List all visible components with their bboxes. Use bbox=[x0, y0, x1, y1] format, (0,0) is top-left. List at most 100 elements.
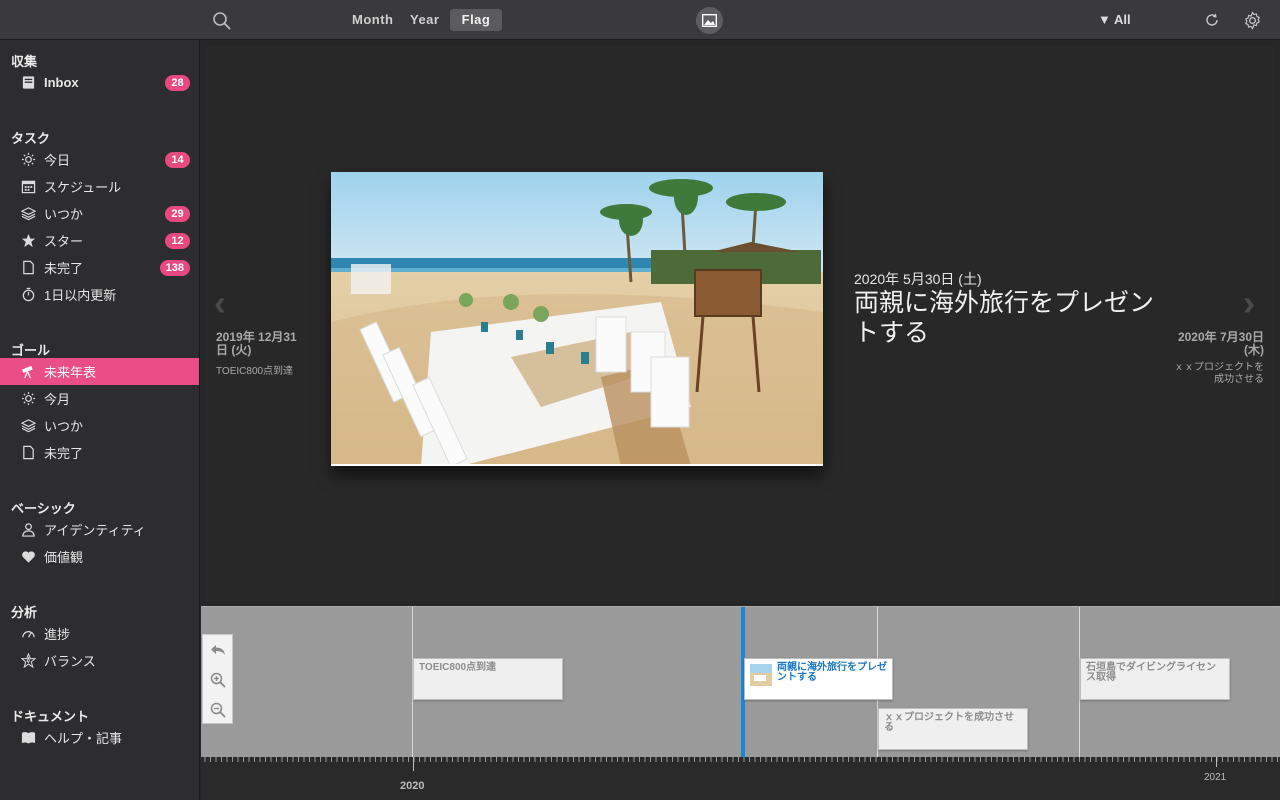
telescope-icon bbox=[20, 364, 36, 380]
sidebar-item-label: 1日以内更新 bbox=[44, 288, 117, 303]
timeline-card-label: 石垣島でダイビングライセンス取得 bbox=[1086, 662, 1216, 683]
view-month-button[interactable]: Month bbox=[342, 9, 403, 31]
filter-dropdown[interactable]: ▼ All bbox=[1098, 12, 1131, 27]
sidebar-item-help[interactable]: ヘルプ・記事 bbox=[0, 724, 199, 751]
sidebar-item-label: 未来年表 bbox=[44, 365, 97, 380]
search-icon[interactable] bbox=[212, 11, 232, 31]
sidebar-item-label: Inbox bbox=[44, 75, 79, 90]
sidebar-item-label: 価値観 bbox=[44, 550, 84, 565]
timeline-ruler[interactable]: 2020 2021 bbox=[201, 757, 1280, 800]
filter-label: All bbox=[1114, 12, 1131, 27]
section-header-analysis: 分析 bbox=[11, 605, 38, 620]
beach-table-image bbox=[331, 172, 823, 464]
sidebar-item-future-timeline[interactable]: 未来年表 bbox=[0, 358, 199, 385]
timeline-card-active[interactable]: 両親に海外旅行をプレゼントする bbox=[744, 658, 893, 700]
zoom-out-icon bbox=[210, 702, 226, 718]
sidebar-item-incomplete[interactable]: 未完了 138 bbox=[0, 254, 199, 281]
sidebar-item-goal-someday[interactable]: いつか bbox=[0, 412, 199, 439]
radar-icon bbox=[20, 653, 36, 669]
section-header-basic: ベーシック bbox=[11, 501, 76, 516]
sidebar-item-star[interactable]: スター 12 bbox=[0, 227, 199, 254]
view-flag-button[interactable]: Flag bbox=[450, 9, 502, 31]
sidebar-item-label: 未完了 bbox=[44, 446, 84, 461]
count-badge: 29 bbox=[165, 206, 190, 222]
gear-icon[interactable] bbox=[1243, 11, 1262, 30]
sidebar-item-schedule[interactable]: スケジュール bbox=[0, 173, 199, 200]
sidebar-item-label: スター bbox=[44, 234, 84, 249]
next-goal-date[interactable]: 2020年 7月30日 (木) bbox=[1164, 331, 1264, 357]
count-badge: 138 bbox=[159, 260, 190, 276]
refresh-icon[interactable] bbox=[1204, 12, 1220, 28]
section-header-tasks: タスク bbox=[11, 131, 51, 146]
sidebar-item-this-month[interactable]: 今月 bbox=[0, 385, 199, 412]
triangle-down-icon: ▼ bbox=[1098, 12, 1111, 27]
count-badge: 14 bbox=[165, 152, 190, 168]
section-header-collect: 収集 bbox=[11, 54, 38, 69]
sidebar-item-label: いつか bbox=[44, 207, 84, 222]
timeline-card[interactable]: TOEIC800点到達 bbox=[413, 658, 563, 700]
timeline-card-label: TOEIC800点到達 bbox=[419, 662, 497, 673]
view-year-button[interactable]: Year bbox=[400, 9, 449, 31]
gauge-icon bbox=[20, 626, 36, 642]
sidebar-item-today[interactable]: 今日 14 bbox=[0, 146, 199, 173]
section-header-documents: ドキュメント bbox=[11, 709, 90, 724]
timeline-card[interactable]: ｘｘプロジェクトを成功させる bbox=[878, 708, 1028, 750]
timeline-card-label: 両親に海外旅行をプレゼントする bbox=[777, 662, 887, 683]
next-arrow[interactable]: › bbox=[1243, 282, 1255, 324]
layers-icon bbox=[20, 418, 36, 434]
zoom-in-button[interactable] bbox=[203, 665, 232, 695]
previous-arrow[interactable]: ‹ bbox=[214, 282, 226, 324]
sidebar-item-label: いつか bbox=[44, 419, 84, 434]
count-badge: 28 bbox=[165, 75, 190, 91]
person-icon bbox=[20, 522, 36, 538]
star-icon bbox=[20, 233, 36, 249]
layers-icon bbox=[20, 206, 36, 222]
sidebar-item-label: 今月 bbox=[44, 392, 71, 407]
ruler-ticks bbox=[204, 757, 1278, 762]
year-label: 2020 bbox=[400, 780, 425, 792]
book-icon bbox=[20, 730, 36, 746]
previous-goal-title[interactable]: TOEIC800点到達 bbox=[216, 362, 293, 377]
sidebar-item-balance[interactable]: バランス bbox=[0, 647, 199, 674]
current-goal-date: 2020年 5月30日 (土) bbox=[854, 271, 982, 287]
sidebar-item-progress[interactable]: 進捗 bbox=[0, 620, 199, 647]
previous-goal-date[interactable]: 2019年 12月31日 (火) bbox=[216, 331, 306, 357]
section-header-goals: ゴール bbox=[11, 343, 51, 358]
undo-arrow-icon bbox=[210, 645, 225, 655]
zoom-in-icon bbox=[210, 672, 226, 688]
document-icon bbox=[20, 445, 36, 461]
timeline-controls bbox=[202, 634, 233, 724]
timeline[interactable]: TOEIC800点到達 両親に海外旅行をプレゼントする ｘｘプロジェクトを成功さ… bbox=[201, 606, 1280, 758]
year-label: 2021 bbox=[1204, 772, 1227, 783]
app-window: Month Year Flag ▼ All 収集 Inbox 28 タスク 今日… bbox=[0, 0, 1280, 800]
sun-icon bbox=[20, 152, 36, 168]
document-icon bbox=[20, 260, 36, 276]
timeline-card[interactable]: 石垣島でダイビングライセンス取得 bbox=[1080, 658, 1230, 700]
goal-photo[interactable] bbox=[331, 172, 823, 466]
image-icon bbox=[702, 14, 717, 27]
sidebar-item-inbox[interactable]: Inbox 28 bbox=[0, 69, 199, 96]
sidebar-item-label: 今日 bbox=[44, 153, 71, 168]
sidebar-item-identity[interactable]: アイデンティティ bbox=[0, 516, 199, 543]
heart-icon bbox=[20, 549, 36, 565]
stopwatch-icon bbox=[20, 287, 36, 303]
sun-icon bbox=[20, 391, 36, 407]
sidebar: 収集 Inbox 28 タスク 今日 14 スケジュール いつか 29 スター … bbox=[0, 40, 200, 800]
sidebar-item-values[interactable]: 価値観 bbox=[0, 543, 199, 570]
year-tick bbox=[1216, 757, 1217, 767]
inbox-icon bbox=[20, 75, 36, 91]
next-goal-title[interactable]: ｘｘプロジェクトを成功させる bbox=[1170, 362, 1264, 386]
sidebar-item-someday[interactable]: いつか 29 bbox=[0, 200, 199, 227]
count-badge: 12 bbox=[165, 233, 190, 249]
sidebar-item-label: 未完了 bbox=[44, 261, 84, 276]
calendar-icon bbox=[20, 179, 36, 195]
photo-toggle-button[interactable] bbox=[696, 7, 723, 34]
sidebar-item-label: アイデンティティ bbox=[44, 523, 146, 538]
sidebar-item-recent[interactable]: 1日以内更新 bbox=[0, 281, 199, 308]
back-button[interactable] bbox=[203, 635, 232, 665]
zoom-out-button[interactable] bbox=[203, 695, 232, 725]
thumbnail-image bbox=[750, 664, 772, 686]
sidebar-item-goal-incomplete[interactable]: 未完了 bbox=[0, 439, 199, 466]
sidebar-item-label: バランス bbox=[44, 654, 96, 669]
year-tick bbox=[413, 757, 414, 771]
